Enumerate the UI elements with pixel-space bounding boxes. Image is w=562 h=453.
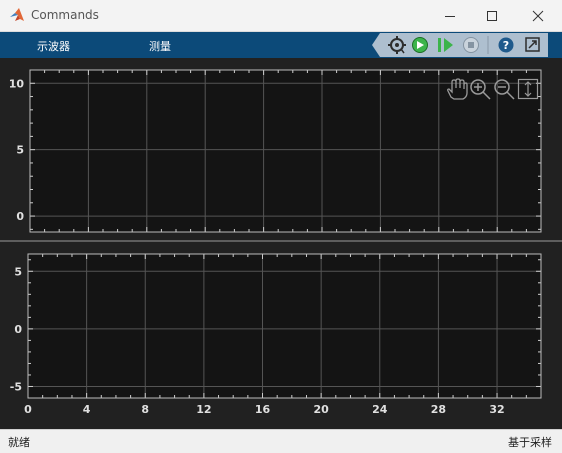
x-tick-label: 16 bbox=[255, 403, 271, 416]
status-ready-text: 就绪 bbox=[8, 436, 30, 449]
scope-figure: 0 5 10 -5 0 5 0 4 8 12 16 20 24 28 32 bbox=[0, 58, 562, 429]
plot-area[interactable] bbox=[28, 254, 541, 398]
x-tick-label: 28 bbox=[431, 403, 446, 416]
x-tick-label: 24 bbox=[372, 403, 388, 416]
stop-icon[interactable] bbox=[463, 37, 479, 53]
y-tick-label: 0 bbox=[14, 323, 22, 336]
minimize-icon bbox=[445, 15, 455, 17]
x-tick-label: 12 bbox=[196, 403, 211, 416]
x-tick-label: 4 bbox=[83, 403, 91, 416]
svg-text:?: ? bbox=[503, 39, 509, 52]
y-tick-label: -5 bbox=[10, 380, 22, 393]
x-tick-label: 32 bbox=[489, 403, 504, 416]
quick-access-toolbar: ? bbox=[372, 33, 548, 57]
y-tick-label: 0 bbox=[16, 210, 24, 223]
x-tick-label: 20 bbox=[313, 403, 329, 416]
tab-oscilloscope[interactable]: 示波器 bbox=[37, 38, 70, 54]
y-tick-label: 5 bbox=[14, 265, 22, 278]
status-sample-based-text: 基于采样 bbox=[508, 436, 552, 449]
window-title: Commands bbox=[31, 8, 99, 22]
bottom-axes[interactable]: -5050 4 8 12 16 20 24 28 32 bbox=[10, 253, 542, 416]
plot-area[interactable] bbox=[30, 70, 541, 232]
scope-plots: 0510 -5050 4 8 12 16 20 24 28 32 bbox=[0, 69, 562, 416]
status-bar: 就绪 基于采样 bbox=[0, 429, 562, 453]
matlab-logo-icon bbox=[10, 8, 24, 21]
window-title-bar: Commands bbox=[0, 0, 562, 32]
y-tick-label: 5 bbox=[16, 144, 24, 157]
maximize-icon bbox=[487, 10, 497, 21]
x-tick-label: 8 bbox=[141, 403, 149, 416]
close-button[interactable] bbox=[516, 0, 560, 31]
minimize-button[interactable] bbox=[428, 0, 472, 31]
help-icon[interactable]: ? bbox=[498, 37, 514, 53]
x-tick-label: 0 bbox=[24, 403, 32, 416]
maximize-button[interactable] bbox=[470, 0, 514, 31]
top-axes[interactable]: 0 5 10 bbox=[9, 69, 542, 233]
run-icon[interactable] bbox=[412, 37, 428, 53]
y-tick-label: 10 bbox=[9, 77, 25, 90]
tab-measurements[interactable]: 测量 bbox=[149, 38, 171, 54]
close-icon bbox=[532, 10, 544, 21]
